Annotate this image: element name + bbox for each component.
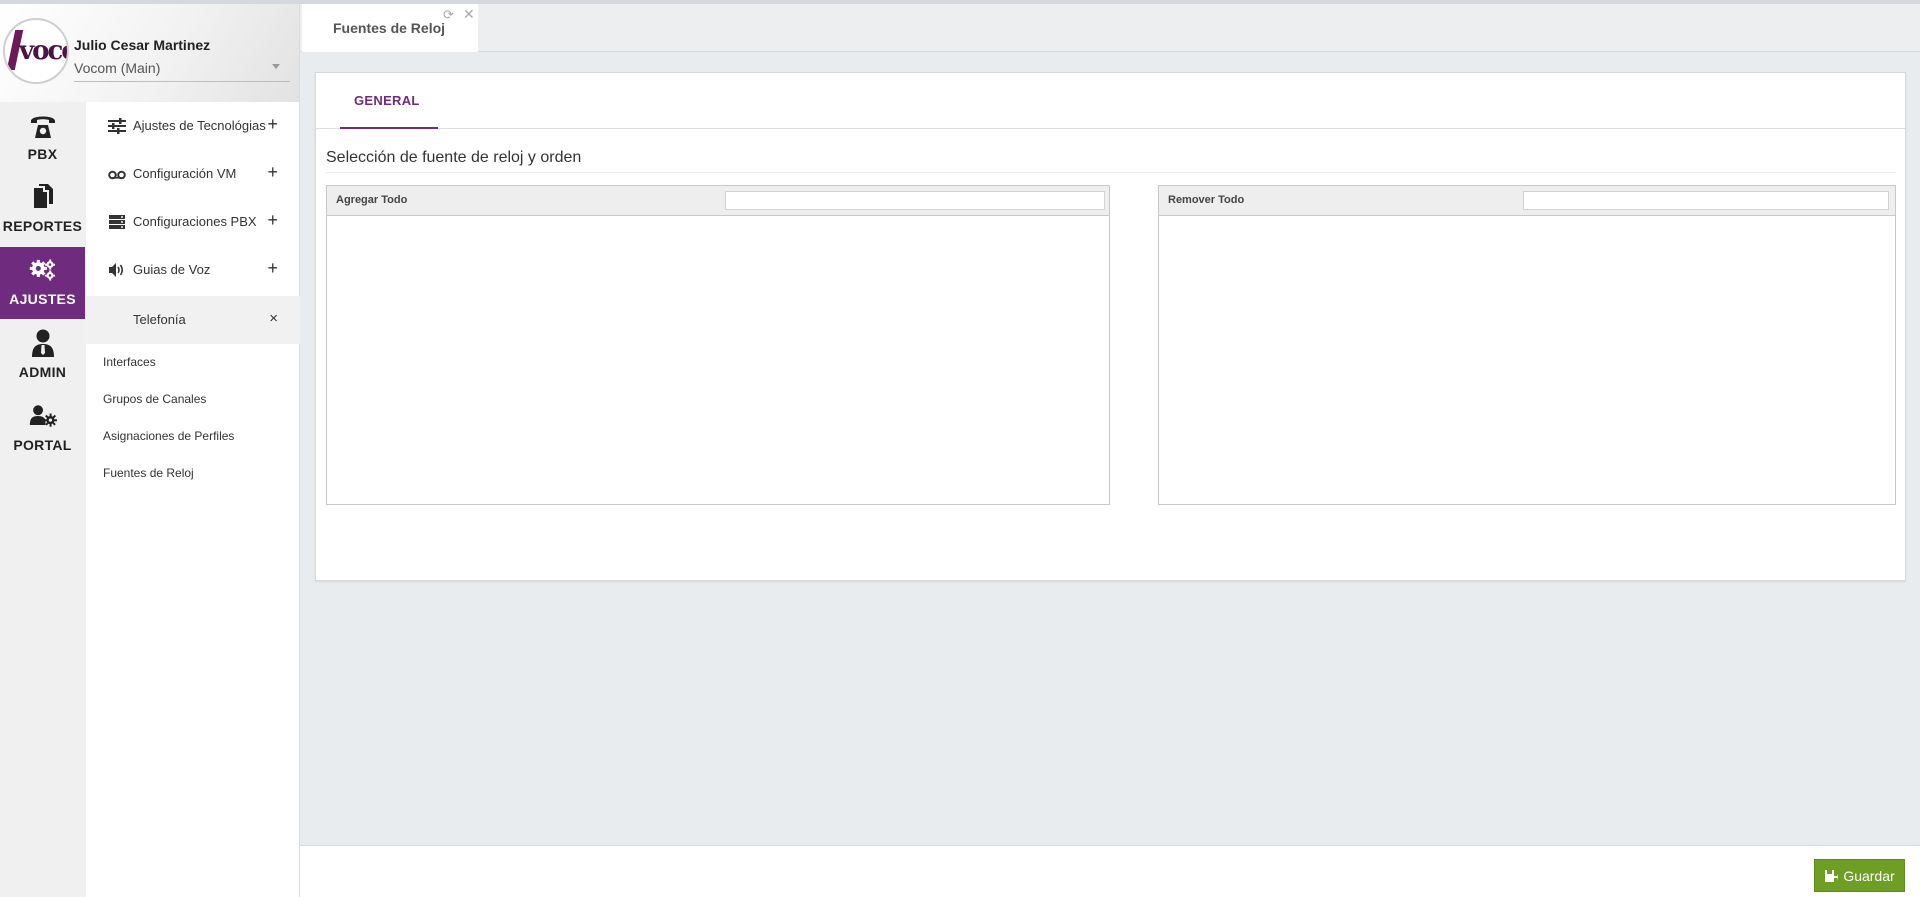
selected-list[interactable]: Remover Todo [1158,185,1896,505]
plus-icon[interactable]: + [267,162,278,183]
available-list-header: Agregar Todo [327,186,1109,216]
menu-item-configuracion-vm[interactable]: Configuración VM + [86,150,300,198]
logo-text: vocom [19,36,67,66]
panel-tabs: GENERAL [316,73,1905,129]
menu-item-label: Configuraciones PBX [133,214,257,229]
caret-down-icon [272,64,280,69]
submenu-item-grupos-de-canales[interactable]: Grupos de Canales [103,392,206,406]
menu-item-label: Ajustes de Tecnológias [133,118,266,133]
selected-filter-input[interactable] [1523,191,1889,210]
rail-item-ajustes[interactable]: AJUSTES [0,247,85,319]
menu-item-configuraciones-pbx[interactable]: Configuraciones PBX + [86,198,300,246]
remove-all-button[interactable]: Remover Todo [1168,194,1244,206]
selected-list-header: Remover Todo [1159,186,1895,216]
rail-label-reportes: REPORTES [2,218,83,234]
phone-icon [30,116,55,138]
sliders-icon [108,118,126,134]
module-rail: PBX REPORTES AJUSTES ADMIN PORTAL [0,102,86,897]
submenu-item-fuentes-de-reloj[interactable]: Fuentes de Reloj [103,466,194,480]
submenu-item-asignaciones-de-perfiles[interactable]: Asignaciones de Perfiles [103,429,234,443]
menu-item-ajustes-tecnologias[interactable]: Ajustes de Tecnológias + [86,102,300,150]
menu-item-label: Telefonía [133,312,186,327]
footer-bar: Guardar [300,845,1920,897]
close-icon[interactable]: × [269,310,278,327]
menu-item-label: Configuración VM [133,166,237,181]
tab-general-label: GENERAL [354,93,420,108]
user-gear-icon [29,405,57,427]
add-all-button[interactable]: Agregar Todo [336,194,407,206]
submenu-item-interfaces[interactable]: Interfaces [103,355,156,369]
user-header: vocom Julio Cesar Martinez Vocom (Main) [0,4,300,102]
close-icon[interactable]: ✕ [463,6,475,23]
tab-fuentes-de-reloj[interactable]: Fuentes de Reloj ⟳ ✕ [302,4,478,52]
available-list[interactable]: Agregar Todo [326,185,1110,505]
save-button-label: Guardar [1843,867,1895,884]
settings-menu: Ajustes de Tecnológias + Configuración V… [86,102,300,897]
menu-item-guias-de-voz[interactable]: Guias de Voz + [86,246,300,294]
menu-item-telefonia[interactable]: Telefonía × [86,296,300,344]
rail-label-admin: ADMIN [18,364,67,380]
save-icon [1825,869,1839,882]
main-panel: GENERAL Selección de fuente de reloj y o… [315,72,1906,581]
available-filter-input[interactable] [725,191,1105,210]
rail-item-admin[interactable]: ADMIN [0,320,85,392]
rail-label-pbx: PBX [27,146,58,162]
server-icon [109,215,125,229]
tab-general[interactable]: GENERAL [340,73,438,129]
plus-icon[interactable]: + [267,210,278,231]
volume-icon [109,263,124,277]
rail-label-ajustes: AJUSTES [9,291,76,307]
rail-item-reportes[interactable]: REPORTES [0,174,85,246]
plus-icon[interactable]: + [267,114,278,135]
company-select-value: Vocom (Main) [74,60,161,76]
refresh-icon[interactable]: ⟳ [443,7,454,23]
avatar[interactable]: vocom [3,18,69,84]
gears-icon [29,259,55,281]
plus-icon[interactable]: + [267,258,278,279]
section-title: Selección de fuente de reloj y orden [326,149,582,166]
menu-item-label: Guias de Voz [133,262,211,277]
rail-item-portal[interactable]: PORTAL [0,393,85,465]
voicemail-icon [108,170,126,180]
document-tab-bar: Fuentes de Reloj ⟳ ✕ [300,4,1920,52]
tab-label: Fuentes de Reloj [333,20,446,36]
rail-label-portal: PORTAL [13,437,72,453]
section-divider [326,172,1896,173]
documents-icon [33,184,53,208]
rail-item-pbx[interactable]: PBX [0,102,85,174]
save-button[interactable]: Guardar [1814,859,1905,892]
user-name: Julio Cesar Martinez [74,37,211,53]
admin-user-icon [31,329,54,357]
company-select[interactable]: Vocom (Main) [74,60,290,82]
